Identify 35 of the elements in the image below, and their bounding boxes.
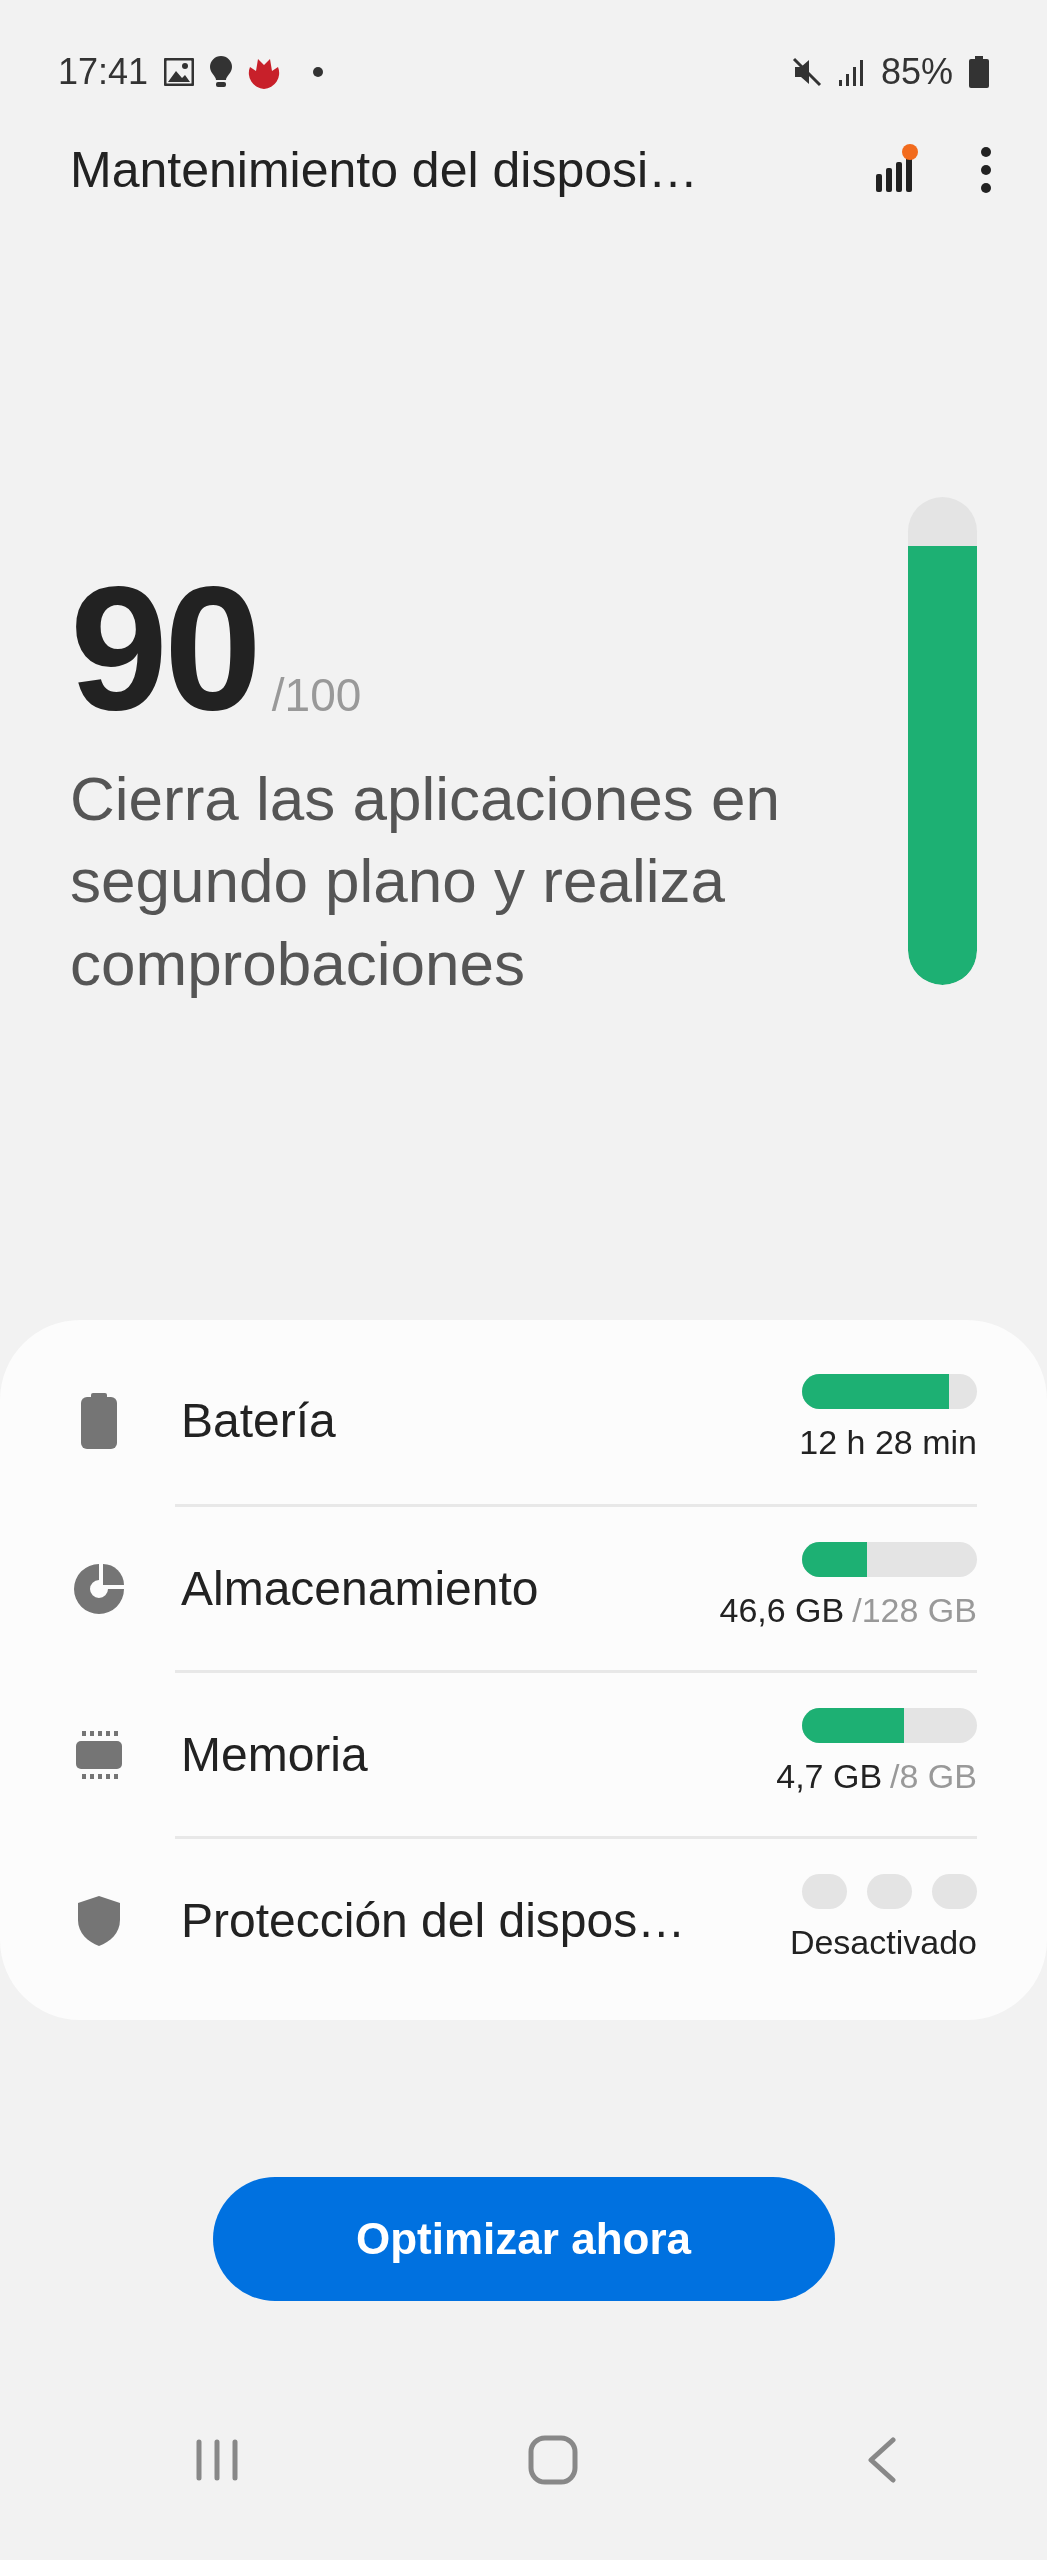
item-value: 12 h 28 min	[799, 1422, 977, 1463]
battery-percentage: 85%	[880, 49, 953, 94]
item-value: Desactivado	[789, 1921, 977, 1963]
battery-icon	[969, 55, 989, 88]
more-options-icon[interactable]	[980, 146, 992, 194]
item-value: 46,6 GB	[719, 1589, 845, 1631]
list-item[interactable]: Almacenamiento 46,6 GB /128 GB	[175, 1504, 977, 1670]
recent-apps-icon[interactable]	[195, 2438, 239, 2482]
home-icon[interactable]	[528, 2435, 578, 2485]
bulb-icon	[210, 55, 233, 88]
item-value: 4,7 GB	[776, 1755, 883, 1797]
pie-chart-icon	[73, 1563, 124, 1614]
shield-icon	[77, 1895, 120, 1946]
item-total: /128 GB	[852, 1589, 977, 1631]
item-label: Almacenamiento	[181, 1560, 540, 1617]
score-value: 90	[70, 560, 258, 736]
image-icon	[164, 57, 195, 86]
memory-chip-icon	[75, 1730, 122, 1779]
signal-icon	[838, 57, 865, 86]
app-title: Mantenimiento del disposi…	[70, 140, 699, 200]
item-label: Batería	[181, 1393, 337, 1449]
status-message: Cierra las aplicaciones en segundo plano y realiza comprobaciones	[70, 763, 781, 1000]
notification-dot-icon	[312, 65, 325, 78]
item-label: Protección del dispos…	[181, 1892, 687, 1949]
list-item[interactable]: Batería 12 h 28 min	[40, 1338, 977, 1504]
mute-icon	[790, 55, 823, 88]
back-icon[interactable]	[867, 2437, 897, 2483]
clock: 17:41	[58, 49, 149, 94]
item-total: /8 GB	[890, 1755, 977, 1797]
battery-icon	[78, 1393, 119, 1449]
list-item[interactable]: Protección del dispos… Desactivado	[175, 1836, 977, 2002]
optimize-button[interactable]: Optimizar ahora	[212, 2177, 835, 2301]
list-item[interactable]: Memoria 4,7 GB /8 GB	[175, 1670, 977, 1836]
score-max: /100	[271, 668, 362, 723]
item-label: Memoria	[181, 1726, 369, 1783]
